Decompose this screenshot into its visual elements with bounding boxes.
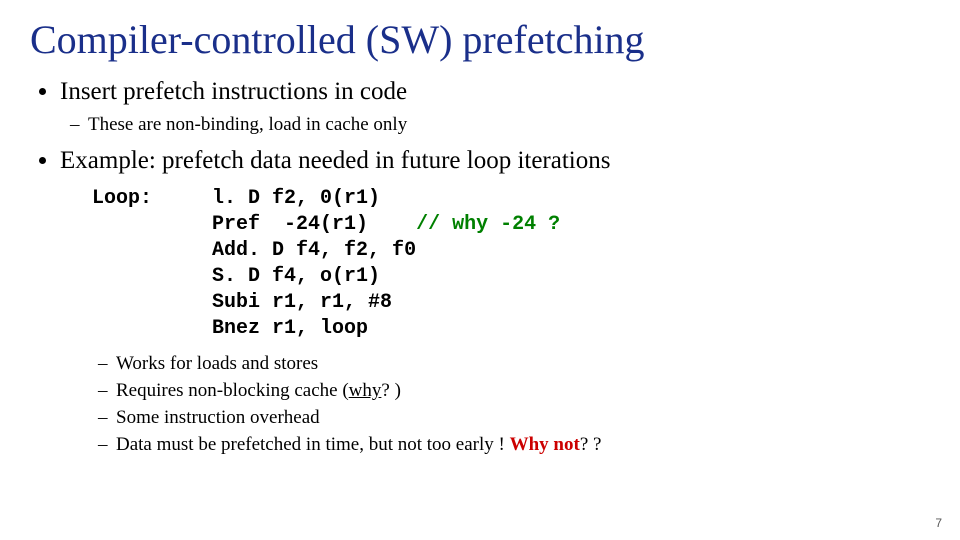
code-line-4: S. D f4, o(r1) (212, 265, 380, 288)
bullet-text: Example: prefetch data needed in future … (60, 147, 610, 174)
code-line-2: Pref -24(r1) (212, 213, 368, 236)
bullet-example: Example: prefetch data needed in future … (60, 145, 930, 176)
bullet-insert-prefetch: Insert prefetch instructions in code The… (60, 76, 930, 137)
note-text-a: Data must be prefetched in time, but not… (116, 434, 510, 455)
page-number: 7 (935, 516, 942, 530)
code-comment: // why -24 ? (416, 213, 560, 236)
code-line-6: Bnez r1, loop (212, 317, 368, 340)
notes-sub-list: Works for loads and stores Requires non-… (88, 352, 930, 456)
code-line-1: l. D f2, 0(r1) (212, 187, 380, 210)
note-nonblocking: Requires non-blocking cache (why? ) (116, 379, 930, 403)
note-why-not: Why not (510, 434, 580, 455)
note-text-a: Requires non-blocking cache ( (116, 380, 349, 401)
slide-title: Compiler-controlled (SW) prefetching (30, 18, 930, 62)
code-block: Loop: l. D f2, 0(r1) Pref -24(r1) // why… (92, 186, 930, 342)
note-text-b: ? ) (381, 380, 401, 401)
sub-list-1: These are non-binding, load in cache onl… (60, 113, 930, 137)
note-text-b: ? ? (580, 434, 602, 455)
code-label: Loop: (92, 187, 152, 210)
note-why-1: why (349, 380, 382, 401)
note-overhead: Some instruction overhead (116, 406, 930, 430)
code-line-3: Add. D f4, f2, f0 (212, 239, 416, 262)
code-line-5: Subi r1, r1, #8 (212, 291, 392, 314)
bullet-text: Insert prefetch instructions in code (60, 78, 407, 105)
note-works: Works for loads and stores (116, 352, 930, 376)
bullet-list-top: Insert prefetch instructions in code The… (30, 76, 930, 176)
note-timing: Data must be prefetched in time, but not… (116, 433, 930, 457)
sub-nonbinding: These are non-binding, load in cache onl… (88, 113, 930, 137)
notes-list: Works for loads and stores Requires non-… (30, 352, 930, 456)
